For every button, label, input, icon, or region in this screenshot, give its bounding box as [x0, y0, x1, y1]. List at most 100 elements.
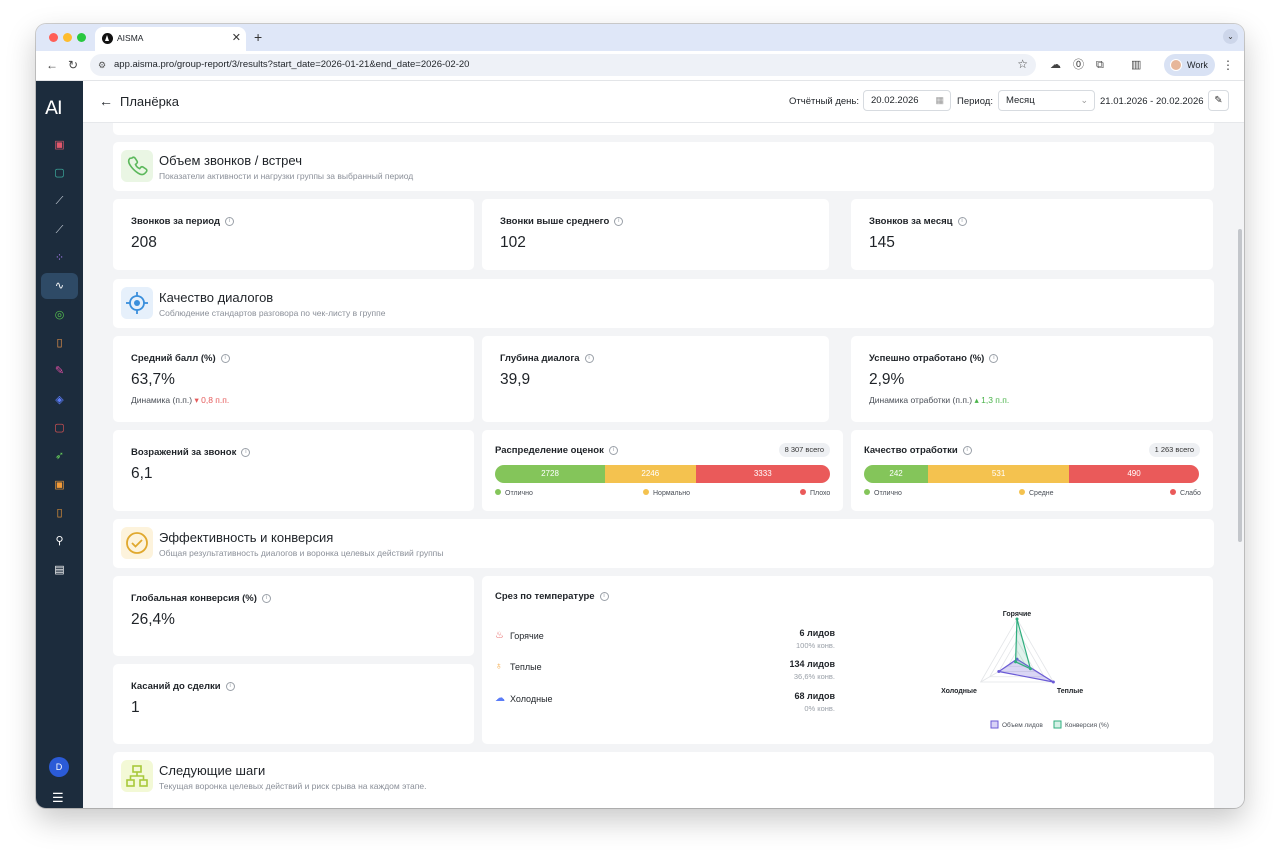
back-arrow-icon[interactable]: ←	[99, 93, 113, 109]
temperature-conversion: 0% конв.	[804, 704, 835, 713]
sidebar-item-book-icon[interactable]: ▤	[41, 557, 78, 583]
sidebar-item-trend-icon[interactable]: ⟋	[41, 217, 78, 243]
temperature-label: Горячие	[510, 631, 544, 641]
info-icon[interactable]: i	[962, 445, 972, 455]
metric-value: 208	[131, 234, 157, 251]
info-icon[interactable]: i	[261, 593, 271, 603]
profile-chip[interactable]: Work	[1164, 54, 1215, 76]
section-subtitle: Текущая воронка целевых действий и риск …	[159, 781, 427, 791]
reload-icon[interactable]: ↻	[68, 57, 78, 73]
target-icon	[121, 287, 153, 319]
metric-delta: Динамика отработки (п.п.) ▴ 1,3 п.п.	[869, 395, 1010, 405]
metric-value: 145	[869, 234, 895, 251]
sidebar-item-activity-icon[interactable]: ∿	[41, 273, 78, 299]
info-icon[interactable]: i	[225, 216, 235, 226]
info-icon[interactable]: i	[989, 353, 999, 363]
browser-window: AISMA ✕ + ⌄ ← ↻ ⚙ app.aisma.pro/group-re…	[36, 24, 1244, 808]
metric-value: 26,4%	[131, 611, 175, 628]
browser-menu-icon[interactable]: ⋮	[1222, 57, 1234, 73]
collapse-menu-icon[interactable]: ☰	[52, 791, 64, 805]
period-select[interactable]: Месяц ⌄	[998, 90, 1095, 111]
sidebar-item-chat-icon[interactable]: ▢	[41, 160, 78, 186]
tab-search-icon[interactable]: ⌄	[1223, 29, 1238, 44]
score-distribution-card: Распределение оценок i 8 307 всего 2728 22…	[482, 430, 843, 511]
sidebar-item-apps-icon[interactable]: ⁘	[41, 245, 78, 271]
info-icon[interactable]: i	[584, 353, 594, 363]
report-day-input[interactable]: 20.02.2026 ▦	[863, 90, 951, 111]
app-sidebar: AI ▣ ▢ ⟋ ⟋ ⁘ ∿ ◎ ▯ ✎ ◈ ▢ ➶ ▣ ▯ ⚲ ▤ D ☰	[36, 81, 83, 808]
site-settings-icon[interactable]: ⚙	[98, 57, 106, 73]
metric-value: 2,9%	[869, 371, 905, 388]
browser-tab[interactable]: AISMA ✕	[95, 27, 246, 51]
sidebar-item-report-icon[interactable]: ▣	[41, 132, 78, 158]
info-icon[interactable]: i	[241, 447, 251, 457]
section-efficiency-header: Эффективность и конверсия Общая результа…	[113, 519, 1214, 568]
cloud-extension-icon[interactable]: ☁	[1050, 58, 1061, 72]
metric-value: 1	[131, 699, 140, 716]
report-day-value: 20.02.2026	[871, 95, 919, 106]
sidebar-item-link-icon[interactable]: ⚲	[41, 528, 78, 554]
bar-segment: 2246	[605, 465, 696, 483]
metric-label: Возражений за звонок i	[131, 447, 251, 458]
metric-label: Средний балл (%) i	[131, 353, 230, 364]
metric-label: Глобальная конверсия (%) i	[131, 593, 271, 604]
temperature-row-warm: ♁ Теплые 134 лидов 36,6% конв.	[495, 659, 835, 685]
section-subtitle: Общая результативность диалогов и воронк…	[159, 548, 444, 558]
legend-medium: Средне	[1019, 489, 1054, 497]
info-icon[interactable]: i	[220, 353, 230, 363]
bar-segment: 2728	[495, 465, 605, 483]
sidebar-item-target-icon[interactable]: ◎	[41, 302, 78, 328]
close-tab-icon[interactable]: ✕	[232, 31, 241, 45]
aisma-favicon-icon	[102, 33, 113, 44]
info-icon[interactable]: i	[608, 445, 618, 455]
info-icon[interactable]: i	[957, 216, 967, 226]
edit-period-button[interactable]: ✎	[1208, 90, 1229, 111]
temperature-conversion: 100% конв.	[795, 641, 835, 650]
app-logo[interactable]: AI	[45, 97, 63, 119]
radar-axis-label-warm: Теплые	[1057, 688, 1083, 695]
info-icon[interactable]: i	[599, 591, 609, 601]
temperature-row-cold: ☁ Холодные 68 лидов 0% конв.	[495, 691, 835, 717]
user-avatar[interactable]: D	[49, 757, 69, 777]
sidebar-item-edit-icon[interactable]: ✎	[41, 358, 78, 384]
info-icon[interactable]: i	[614, 216, 624, 226]
section-title: Следующие шаги	[159, 763, 266, 778]
sidebar-item-alert-icon[interactable]: ▢	[41, 415, 78, 441]
extensions-puzzle-icon[interactable]: ⧉	[1096, 58, 1104, 72]
browser-toolbar: ← ↻ ⚙ app.aisma.pro/group-report/3/resul…	[36, 51, 1244, 81]
legend-bad: Плохо	[800, 489, 830, 497]
legend-weak: Слабо	[1170, 489, 1201, 497]
scrollbar-thumb[interactable]	[1238, 229, 1242, 542]
close-window-button[interactable]	[49, 33, 58, 42]
sidebar-item-contact-icon[interactable]: ▣	[41, 472, 78, 498]
tab-strip: AISMA ✕ + ⌄	[36, 24, 1244, 51]
radar-legend-volume: Объем лидов	[1002, 721, 1043, 729]
back-arrow-icon[interactable]: ←	[46, 57, 58, 73]
bookmark-star-icon[interactable]: ☆	[1017, 56, 1028, 72]
address-bar[interactable]: ⚙ app.aisma.pro/group-report/3/results?s…	[90, 54, 1036, 76]
maximize-window-button[interactable]	[77, 33, 86, 42]
metric-card-calls-period: Звонков за период i 208	[113, 199, 474, 270]
radar-point	[1028, 667, 1032, 671]
legend-swatch-volume	[990, 720, 999, 729]
minimize-window-button[interactable]	[63, 33, 72, 42]
bar-segment: 242	[864, 465, 929, 483]
url-text[interactable]: app.aisma.pro/group-report/3/results?sta…	[114, 59, 469, 70]
sidebar-item-clipboard-check-icon[interactable]: ▯	[41, 500, 78, 526]
metric-value: 102	[500, 234, 526, 251]
metric-card-objections: Возражений за звонок i 6,1	[113, 430, 474, 511]
temperature-label: Холодные	[510, 694, 553, 704]
metric-card-average-score: Средний балл (%) i 63,7% Динамика (п.п.) …	[113, 336, 474, 422]
section-quality-header: Качество диалогов Соблюдение стандартов …	[113, 279, 1214, 328]
sidebar-item-line-chart-icon[interactable]: ⟋	[41, 188, 78, 214]
password-extension-icon[interactable]: ⓪	[1073, 58, 1084, 72]
previous-section-bottom	[113, 123, 1214, 135]
temperature-conversion: 36,6% конв.	[793, 672, 835, 681]
side-panel-icon[interactable]: ▥	[1131, 58, 1141, 72]
new-tab-icon[interactable]: +	[254, 28, 262, 46]
info-icon[interactable]: i	[225, 681, 235, 691]
sidebar-item-layers-icon[interactable]: ◈	[41, 387, 78, 413]
sidebar-item-rocket-icon[interactable]: ➶	[41, 443, 78, 469]
sidebar-item-clipboard-icon[interactable]: ▯	[41, 330, 78, 356]
profile-avatar	[1170, 59, 1182, 71]
